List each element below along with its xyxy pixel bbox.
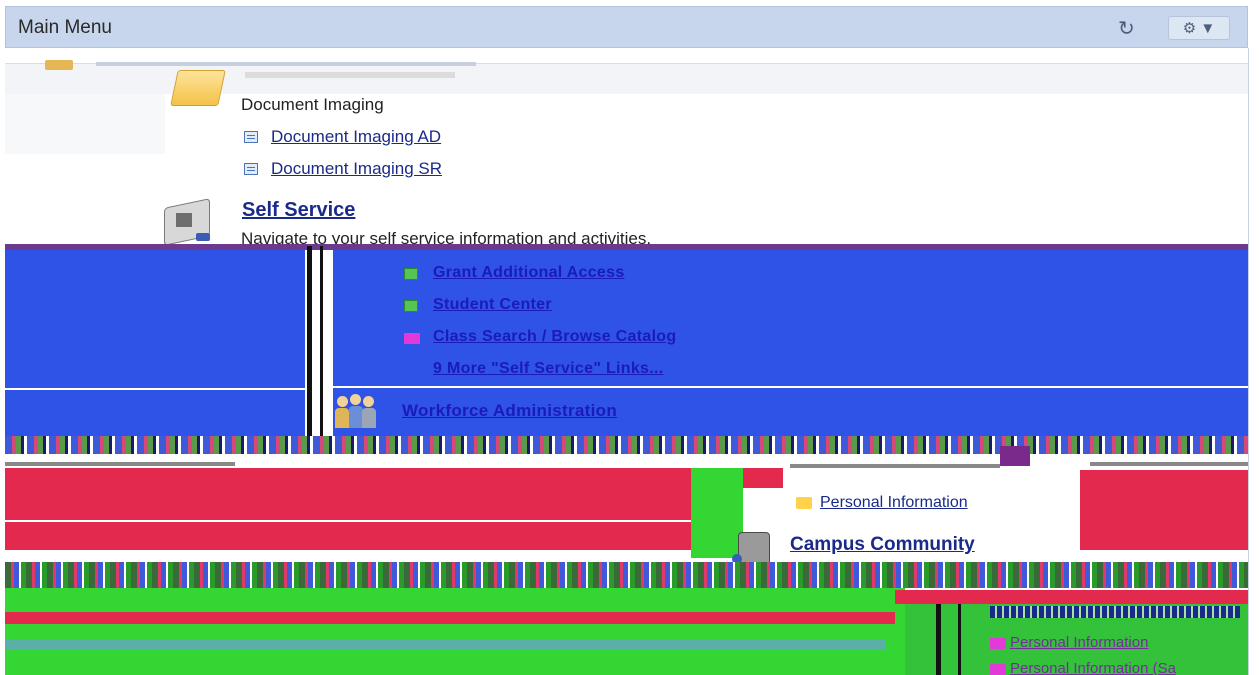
glitch-block (5, 468, 691, 550)
chevron-down-icon: ▼ (1200, 20, 1216, 37)
glitch-block (5, 612, 895, 624)
document-imaging-ad-link[interactable]: Document Imaging AD (271, 127, 441, 147)
document-icon (244, 163, 258, 175)
refresh-icon[interactable]: ↻ (1118, 16, 1135, 41)
clipped-text (5, 462, 235, 466)
gear-icon: ⚙ (1182, 20, 1197, 37)
document-imaging-sr-link[interactable]: Document Imaging SR (271, 159, 442, 179)
glitch-strip (5, 562, 1248, 588)
folder-icon (404, 333, 420, 344)
folder-icon (45, 60, 73, 70)
student-center-link[interactable]: Student Center (433, 296, 552, 314)
personal-information-link[interactable]: Personal Information (1010, 634, 1148, 651)
self-service-icon (162, 195, 216, 246)
glitch-strip (5, 436, 1248, 454)
glitch-block (895, 590, 1248, 604)
panel-border (1248, 48, 1249, 675)
glitch-bar (320, 246, 323, 436)
clipped-heading (96, 62, 476, 66)
glitch-bar (958, 604, 961, 675)
people-icon (334, 392, 378, 432)
clipped-text (1090, 462, 1248, 466)
workforce-administration-link[interactable]: Workforce Administration (402, 401, 617, 421)
clipped-text (245, 72, 455, 78)
glitch-block (5, 588, 905, 675)
document-icon (404, 300, 418, 312)
more-self-service-links[interactable]: 9 More "Self Service" Links... (433, 360, 663, 378)
glitch-block (1000, 446, 1030, 466)
section-subtitle: Document Imaging (241, 95, 384, 114)
document-icon (244, 131, 258, 143)
glitch-block (743, 468, 783, 488)
folder-icon (990, 664, 1006, 675)
divider (5, 520, 691, 522)
main-menu-header: Main Menu ↻ ⚙ ▼ (5, 6, 1248, 48)
campus-community-link[interactable]: Campus Community (790, 534, 975, 556)
list-item[interactable]: Personal Information (Sa (990, 658, 1248, 675)
personal-information-sa-link[interactable]: Personal Information (Sa (1010, 660, 1176, 675)
grant-additional-access-link[interactable]: Grant Additional Access (433, 264, 625, 282)
glitch-block (5, 390, 305, 436)
personal-information-link[interactable]: Personal Information (820, 494, 968, 512)
glitch-block (5, 640, 885, 650)
menu-options-button[interactable]: ⚙ ▼ (1168, 16, 1230, 40)
menu-row-band (5, 94, 165, 154)
glitch-bar (307, 246, 312, 436)
clipped-text (990, 606, 1240, 618)
folder-icon (796, 497, 812, 509)
glitch-block (5, 250, 305, 390)
class-search-link[interactable]: Class Search / Browse Catalog (433, 328, 676, 346)
glitch-block (1080, 470, 1248, 550)
folder-icon (170, 70, 226, 106)
glitch-bar (936, 604, 941, 675)
folder-icon (990, 638, 1006, 649)
document-icon (404, 268, 418, 280)
clipped-text (790, 464, 1000, 468)
self-service-link[interactable]: Self Service (242, 199, 355, 222)
glitch-gap (5, 454, 1248, 462)
page-title: Main Menu (18, 17, 112, 38)
